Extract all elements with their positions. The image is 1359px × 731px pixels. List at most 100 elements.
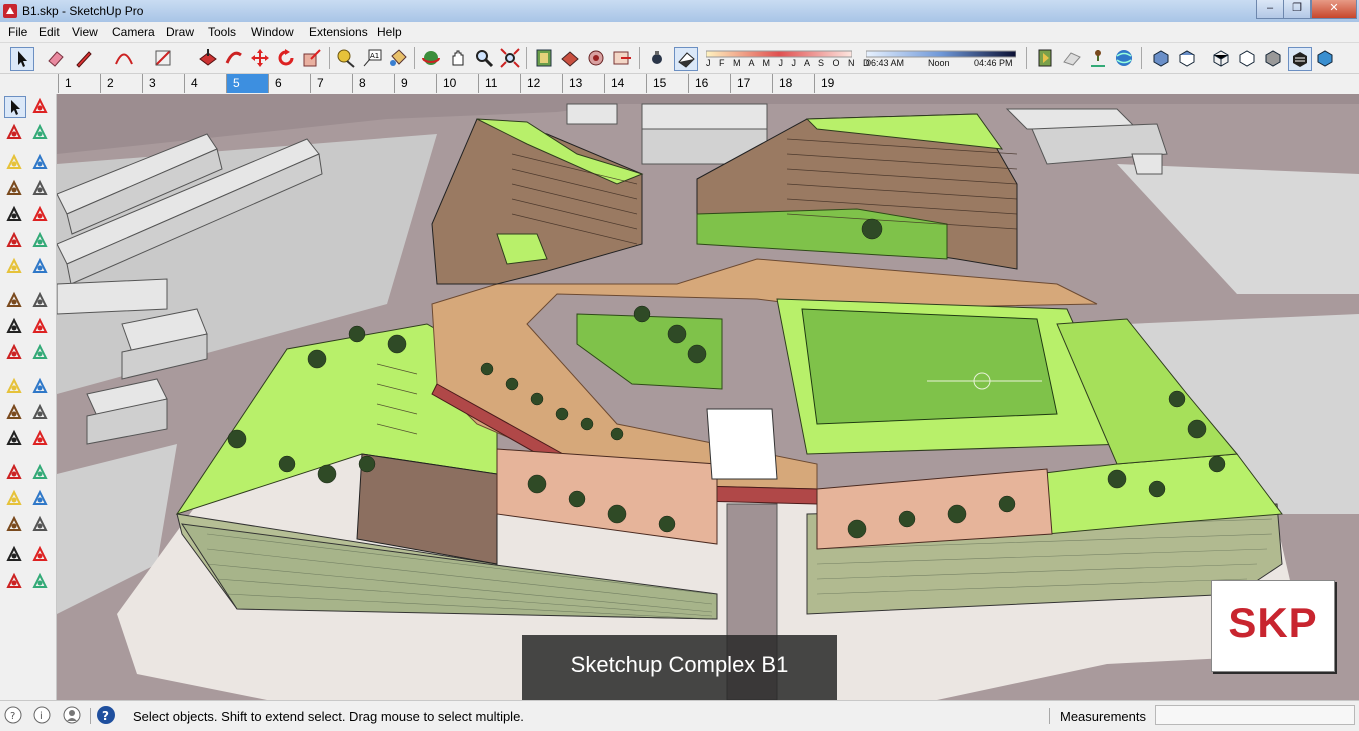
model-viewport[interactable]: Sketchup Complex B1 SKP xyxy=(57,94,1359,700)
select-icon[interactable] xyxy=(4,96,26,118)
rotate-icon[interactable] xyxy=(4,316,24,336)
shaded-icon[interactable] xyxy=(1288,47,1312,71)
scene-tab-18[interactable]: 18 xyxy=(772,74,814,93)
pan-icon[interactable] xyxy=(30,462,50,482)
arc-3pt-icon[interactable] xyxy=(4,256,24,276)
user-account-icon[interactable] xyxy=(62,705,82,725)
close-button[interactable]: ✕ xyxy=(1311,0,1357,19)
top-view-icon[interactable] xyxy=(1176,47,1198,69)
wireframe-icon[interactable] xyxy=(1236,47,1258,69)
scene-tab-15[interactable]: 15 xyxy=(646,74,688,93)
previous-view-icon[interactable] xyxy=(30,514,50,534)
3d-text-icon[interactable] xyxy=(30,428,50,448)
move-icon[interactable] xyxy=(249,47,271,69)
scale-icon[interactable] xyxy=(301,47,323,69)
rectangle-icon[interactable] xyxy=(4,178,24,198)
scene-tab-5[interactable]: 5 xyxy=(226,74,268,93)
position-camera-icon[interactable] xyxy=(4,544,24,564)
globe-icon[interactable] xyxy=(1113,47,1135,69)
scene-tab-10[interactable]: 10 xyxy=(436,74,478,93)
push-pull-icon[interactable] xyxy=(30,290,50,310)
polygon-icon[interactable] xyxy=(30,204,50,224)
push-pull-icon[interactable] xyxy=(197,47,219,69)
move-icon[interactable] xyxy=(4,290,24,310)
rotate-icon[interactable] xyxy=(275,47,297,69)
scene-tab-16[interactable]: 16 xyxy=(688,74,730,93)
help-icon[interactable]: ? xyxy=(96,705,116,725)
scene-tab-13[interactable]: 13 xyxy=(562,74,604,93)
share-icon[interactable] xyxy=(611,47,633,69)
eraser-icon[interactable] xyxy=(30,122,50,142)
section-plane-icon[interactable] xyxy=(30,571,50,591)
section-plane-icon[interactable] xyxy=(1035,47,1057,69)
walk-icon[interactable] xyxy=(4,571,24,591)
pie-icon[interactable] xyxy=(30,256,50,276)
scene-tab-19[interactable]: 19 xyxy=(814,74,856,93)
scene-tab-4[interactable]: 4 xyxy=(184,74,226,93)
menu-view[interactable]: View xyxy=(72,25,98,39)
offset-icon[interactable] xyxy=(30,342,50,362)
pencil-line-icon[interactable] xyxy=(73,47,95,69)
menu-extensions[interactable]: Extensions xyxy=(309,25,368,39)
scene-tab-14[interactable]: 14 xyxy=(604,74,646,93)
zoom-extents-icon[interactable] xyxy=(4,514,24,534)
iso-view-icon[interactable] xyxy=(1150,47,1172,69)
scene-tab-7[interactable]: 7 xyxy=(310,74,352,93)
menu-edit[interactable]: Edit xyxy=(39,25,60,39)
hidden-line-icon[interactable] xyxy=(1262,47,1284,69)
paint-bucket-icon[interactable] xyxy=(387,47,409,69)
scene-tab-9[interactable]: 9 xyxy=(394,74,436,93)
eraser-icon[interactable] xyxy=(45,47,67,69)
scene-tab-1[interactable]: 1 xyxy=(58,74,100,93)
sketchup-app-icon[interactable] xyxy=(3,4,17,18)
axes-icon[interactable] xyxy=(4,428,24,448)
scene-tab-11[interactable]: 11 xyxy=(478,74,520,93)
display-shadows-icon[interactable] xyxy=(674,47,698,71)
menu-file[interactable]: File xyxy=(8,25,27,39)
shaded-texture-icon[interactable] xyxy=(1314,47,1336,69)
tape-measure-icon[interactable] xyxy=(335,47,357,69)
text-icon[interactable] xyxy=(30,402,50,422)
paint-icon[interactable] xyxy=(4,122,24,142)
terrain-icon[interactable] xyxy=(1087,47,1109,69)
menu-help[interactable]: Help xyxy=(377,25,402,39)
zoom-extents-icon[interactable] xyxy=(499,47,521,69)
orbit-icon[interactable] xyxy=(4,462,24,482)
orbit-icon[interactable] xyxy=(420,47,442,69)
look-around-icon[interactable] xyxy=(30,544,50,564)
dimension-icon[interactable] xyxy=(30,376,50,396)
zoom-window-icon[interactable] xyxy=(30,488,50,508)
material-icon[interactable] xyxy=(559,47,581,69)
minimize-button[interactable]: ‒ xyxy=(1256,0,1284,19)
circle-icon[interactable] xyxy=(4,204,24,224)
scene-tab-12[interactable]: 12 xyxy=(520,74,562,93)
line-icon[interactable] xyxy=(4,152,24,172)
arc-2pt-icon[interactable] xyxy=(30,230,50,250)
rotated-rect-icon[interactable] xyxy=(30,178,50,198)
zoom-icon[interactable] xyxy=(473,47,495,69)
info-icon[interactable]: i xyxy=(32,705,52,725)
select-tool-icon[interactable] xyxy=(10,47,34,71)
warehouse-icon[interactable] xyxy=(585,47,607,69)
geo-location-icon[interactable]: ? xyxy=(3,705,23,725)
component-icon[interactable] xyxy=(533,47,555,69)
pan-icon[interactable] xyxy=(447,47,469,69)
component-icon[interactable] xyxy=(30,96,50,116)
menu-camera[interactable]: Camera xyxy=(112,25,155,39)
arc-icon[interactable] xyxy=(113,47,135,69)
scene-tab-8[interactable]: 8 xyxy=(352,74,394,93)
model-scene[interactable] xyxy=(57,94,1359,700)
protractor-icon[interactable] xyxy=(4,402,24,422)
section-cut-icon[interactable] xyxy=(1061,47,1083,69)
menu-tools[interactable]: Tools xyxy=(208,25,236,39)
follow-me-icon[interactable] xyxy=(30,316,50,336)
scene-tab-2[interactable]: 2 xyxy=(100,74,142,93)
scene-tab-6[interactable]: 6 xyxy=(268,74,310,93)
rectangle-icon[interactable] xyxy=(152,47,174,69)
freehand-icon[interactable] xyxy=(30,152,50,172)
xray-icon[interactable] xyxy=(1210,47,1232,69)
scene-tab-17[interactable]: 17 xyxy=(730,74,772,93)
zoom-icon[interactable] xyxy=(4,488,24,508)
tape-measure-icon[interactable] xyxy=(4,376,24,396)
arc-icon[interactable] xyxy=(4,230,24,250)
